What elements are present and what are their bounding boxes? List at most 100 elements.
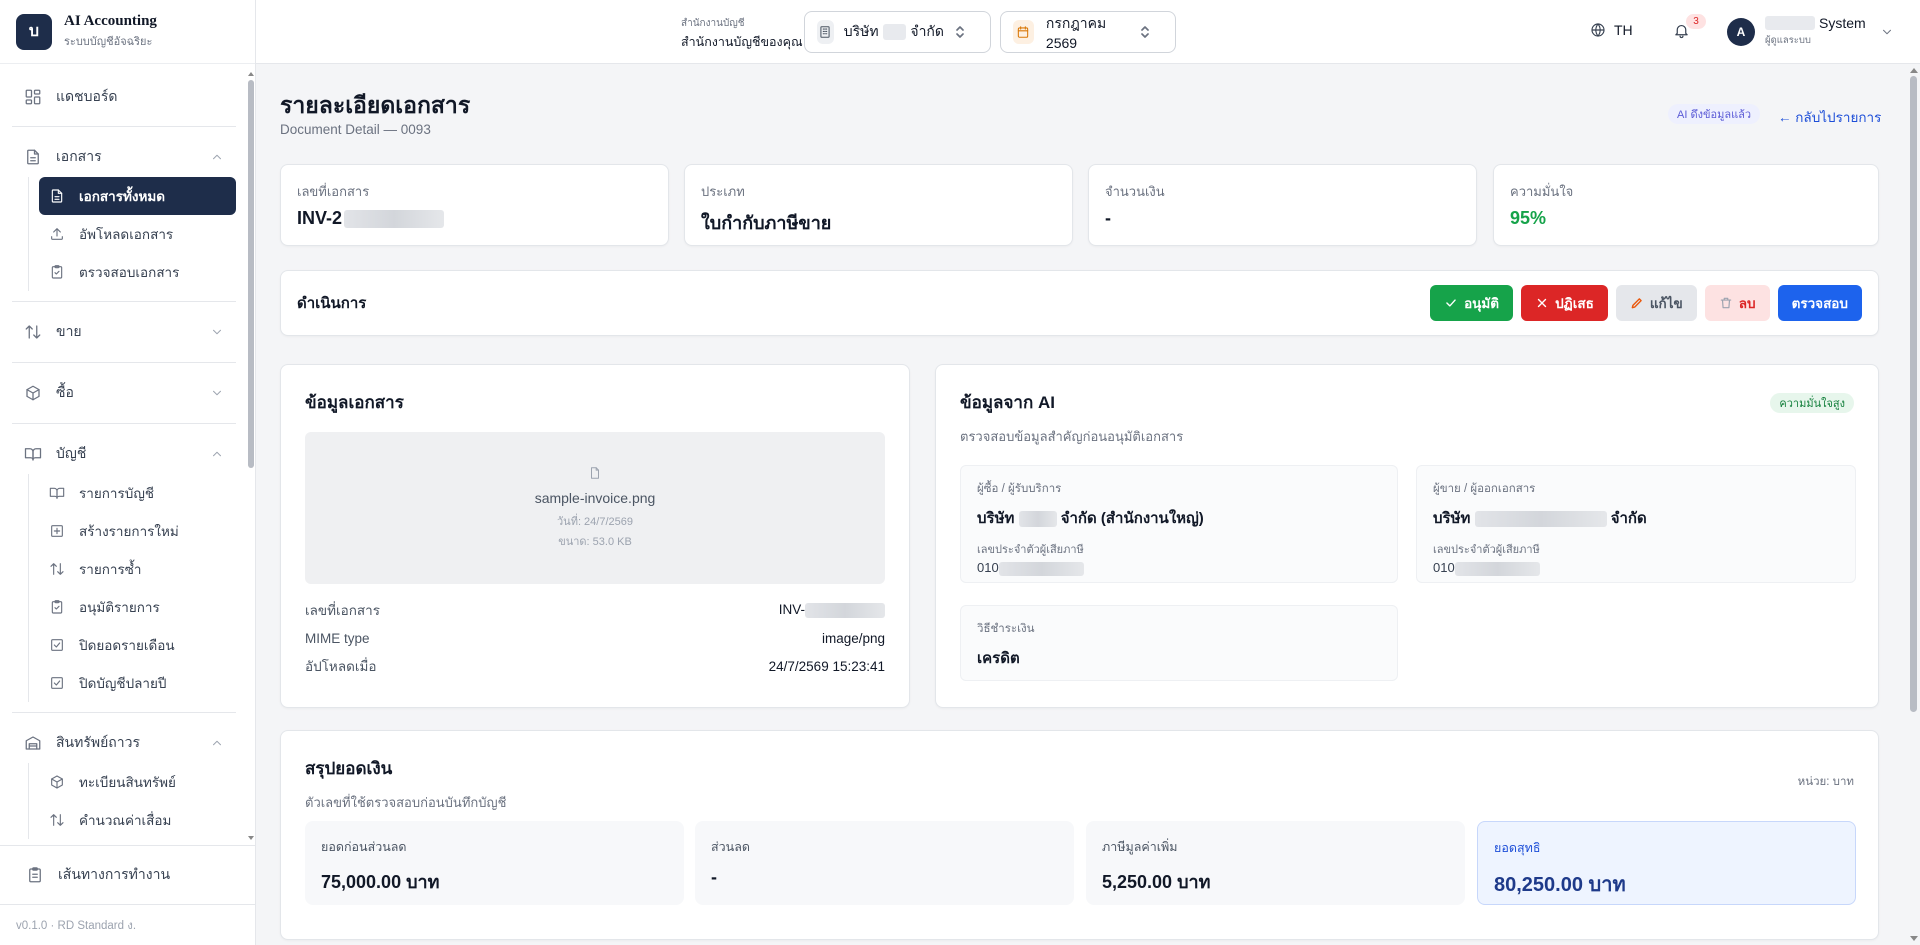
pencil-icon — [1630, 296, 1644, 310]
chevron-up-icon — [210, 150, 224, 164]
page-title: รายละเอียดเอกสาร — [280, 92, 471, 118]
delete-button[interactable]: ลบ — [1704, 285, 1770, 321]
edit-label: แก้ไข — [1649, 296, 1683, 311]
brand-name: AI Accounting — [64, 13, 157, 29]
brand-logo: บ — [16, 13, 52, 50]
meta-key: อัปโหลดเมื่อ — [305, 659, 377, 674]
sidebar-item-new-entry[interactable]: สร้างรายการใหม่ — [39, 512, 236, 550]
sidebar-group-documents[interactable]: เอกสาร — [12, 137, 236, 177]
sidebar-item-year-end-close[interactable]: ปิดบัญชีปลายปี — [39, 664, 236, 702]
page-subtitle: Document Detail — 0093 — [280, 122, 431, 137]
card-title: ข้อมูลเอกสาร — [305, 393, 404, 412]
language-switcher[interactable]: TH — [1590, 22, 1633, 38]
language-label: TH — [1614, 22, 1633, 38]
sidebar-group-label: สินทรัพย์ถาวร — [56, 734, 141, 750]
check-square-icon — [49, 637, 65, 653]
company-select[interactable]: บริษัท จำกัด — [804, 11, 991, 53]
stat-card-confidence: ความมั่นใจ 95% — [1493, 164, 1879, 246]
file-icon — [588, 466, 602, 480]
user-name: System — [1819, 15, 1866, 31]
user-menu[interactable]: A System ผู้ดูแลระบบ — [1727, 15, 1894, 48]
check-square-icon — [49, 675, 65, 691]
sidebar-group-sales[interactable]: ขาย — [12, 312, 236, 352]
back-to-list-link[interactable]: ← กลับไปรายการ — [1778, 106, 1881, 128]
sidebar-group-purchase[interactable]: ซื้อ — [12, 373, 236, 413]
actions-title: ดำเนินการ — [297, 295, 367, 312]
summary-subtotal: ยอดก่อนส่วนลด 75,000.00 บาท — [305, 821, 684, 905]
document-preview[interactable]: sample-invoice.png วันที่: 24/7/2569 ขนา… — [305, 432, 885, 584]
sidebar-item-asset-register[interactable]: ทะเบียนสินทรัพย์ — [39, 763, 236, 801]
book-icon — [49, 485, 65, 501]
seller-box: ผู้ขาย / ผู้ออกเอกสาร บริษัท จำกัด เลขปร… — [1416, 465, 1856, 583]
divider — [12, 126, 236, 127]
sidebar-item-journal[interactable]: รายการบัญชี — [39, 474, 236, 512]
verify-button[interactable]: ตรวจสอบ — [1777, 285, 1862, 321]
main-scrollbar[interactable] — [1907, 64, 1920, 945]
accounting-subnav: รายการบัญชี สร้างรายการใหม่ รายการซ้ำ อน… — [28, 474, 236, 702]
box-icon — [24, 384, 42, 402]
meta-value: image/png — [821, 630, 885, 646]
arrows-updown-icon — [49, 561, 65, 577]
stat-card-doc-type: ประเภท ใบกำกับภาษีขาย — [684, 164, 1073, 246]
scroll-up-arrow[interactable] — [248, 72, 254, 76]
box-icon — [49, 774, 65, 790]
stat-value: 95% — [1510, 208, 1547, 228]
summary-vat: ภาษีมูลค่าเพิ่ม 5,250.00 บาท — [1086, 821, 1465, 905]
redacted-text — [882, 24, 907, 40]
reject-button[interactable]: ปฏิเสธ — [1521, 285, 1608, 321]
redacted-text — [1454, 561, 1540, 576]
redacted-text — [805, 602, 885, 618]
field-label: เลขประจำตัวผู้เสียภาษี — [1433, 544, 1540, 556]
sidebar-group-accounting[interactable]: บัญชี — [12, 434, 236, 474]
scroll-down-arrow[interactable] — [248, 836, 254, 840]
sidebar-item-depreciation[interactable]: คำนวณค่าเสื่อม — [39, 801, 236, 839]
sidebar-item-label: เส้นทางการทำงาน — [58, 866, 171, 882]
summary-label: ภาษีมูลค่าเพิ่ม — [1102, 840, 1178, 854]
divider — [12, 362, 236, 363]
sidebar-item-workflow[interactable]: เส้นทางการทำงาน — [0, 846, 255, 904]
meta-row: เลขที่เอกสาร INV- — [305, 596, 885, 624]
sidebar-item-upload-documents[interactable]: อัพโหลดเอกสาร — [39, 215, 236, 253]
sidebar-item-approve-entries[interactable]: อนุมัติรายการ — [39, 588, 236, 626]
approve-button[interactable]: อนุมัติ — [1430, 285, 1514, 321]
sidebar-nav: แดชบอร์ด เอกสาร เอกสารทั้งหมด อัพโหลดเอก… — [0, 70, 248, 842]
redacted-text — [1474, 511, 1607, 528]
summary-card: สรุปยอดเงิน ตัวเลขที่ใช้ตรวจสอบก่อนบันทึ… — [280, 730, 1879, 940]
chevron-up-icon — [210, 736, 224, 750]
sidebar-item-dashboard[interactable]: แดชบอร์ด — [12, 78, 236, 116]
actions-bar: ดำเนินการ อนุมัติ ปฏิเสธ แก้ไข ลบ ตรวจสอ… — [280, 270, 1879, 336]
meta-key: MIME type — [305, 630, 370, 646]
scrollbar-thumb[interactable] — [248, 80, 254, 468]
approve-label: อนุมัติ — [1464, 296, 1500, 311]
field-label: เลขประจำตัวผู้เสียภาษี — [977, 544, 1084, 556]
sidebar-item-review-documents[interactable]: ตรวจสอบเอกสาร — [39, 253, 236, 291]
scroll-up-arrow[interactable] — [1910, 68, 1918, 73]
edit-button[interactable]: แก้ไข — [1615, 285, 1697, 321]
redacted-text — [344, 210, 445, 229]
sidebar-item-recurring[interactable]: รายการซ้ำ — [39, 550, 236, 588]
sidebar-item-monthly-close[interactable]: ปิดยอดรายเดือน — [39, 626, 236, 664]
sidebar-item-label: คำนวณค่าเสื่อม — [79, 813, 172, 828]
brand[interactable]: บ AI Accounting ระบบบัญชีอัจฉริยะ — [0, 0, 255, 64]
seller-tax-id: 010 — [1433, 560, 1839, 576]
scroll-down-arrow[interactable] — [1910, 936, 1918, 941]
sidebar-item-all-documents[interactable]: เอกสารทั้งหมด — [39, 177, 236, 215]
month-select[interactable]: กรกฎาคม 2569 — [1000, 11, 1176, 53]
delete-label: ลบ — [1738, 296, 1756, 311]
globe-icon — [1590, 22, 1606, 38]
sidebar-group-assets[interactable]: สินทรัพย์ถาวร — [12, 723, 236, 763]
building-icon — [817, 20, 834, 44]
file-icon — [24, 148, 42, 166]
check-icon — [1444, 296, 1458, 310]
card-title: สรุปยอดเงิน — [305, 759, 393, 778]
stat-value: ใบกำกับภาษีขาย — [701, 213, 832, 233]
sidebar-item-label: แดชบอร์ด — [56, 88, 118, 104]
summary-discount: ส่วนลด - — [695, 821, 1074, 905]
document-info-card: ข้อมูลเอกสาร sample-invoice.png วันที่: … — [280, 364, 910, 708]
sidebar-scrollbar[interactable] — [247, 70, 255, 842]
confidence-badge: ความมั่นใจสูง — [1770, 393, 1854, 413]
scrollbar-thumb[interactable] — [1910, 76, 1917, 712]
sidebar-item-label: อนุมัติรายการ — [79, 600, 160, 615]
chevron-down-icon — [1880, 25, 1894, 39]
field-label: ผู้ซื้อ / ผู้รับบริการ — [977, 483, 1062, 495]
